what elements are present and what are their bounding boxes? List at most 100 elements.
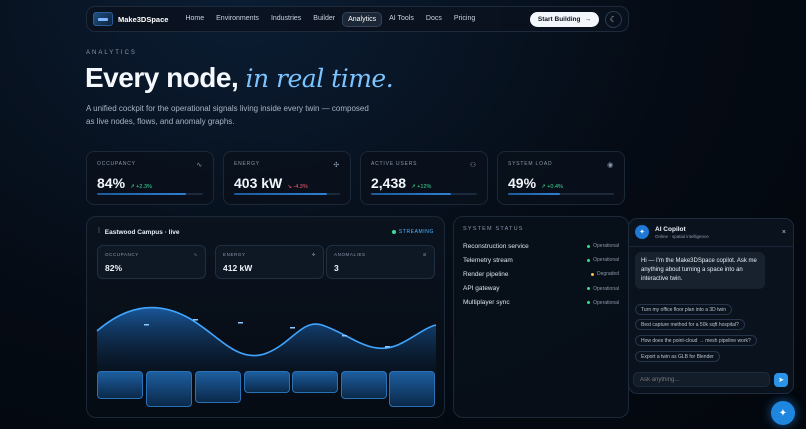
close-icon[interactable]: × <box>782 229 786 236</box>
stat-progress-fill <box>508 193 560 195</box>
system-status-title: SYSTEM STATUS <box>463 226 524 232</box>
copilot-status: Online · spatial intelligence <box>655 233 709 239</box>
stat-progress-fill <box>371 193 451 195</box>
suggestion-chip[interactable]: How does the point-cloud → mesh pipeline… <box>635 335 757 346</box>
campus-panel: ⫶ Eastwood Campus · live STREAMING OCCUP… <box>86 216 445 418</box>
mini-label: OCCUPANCY <box>105 252 139 257</box>
stat-label: ACTIVE USERS <box>371 161 418 167</box>
nav-link-home[interactable]: Home <box>180 12 209 27</box>
wave-marker <box>144 324 149 326</box>
activity-wave <box>96 306 437 375</box>
service-name: Telemetry stream <box>463 256 513 264</box>
top-nav: Make3DSpace Home Environments Industries Bu… <box>86 6 629 32</box>
streaming-label: STREAMING <box>398 229 434 235</box>
activity-icon: ∿ <box>196 162 203 169</box>
stat-delta: ↗ +2.3% <box>130 184 152 190</box>
stat-delta: ↗ +0.4% <box>541 184 563 190</box>
users-icon: ⚇ <box>469 162 477 169</box>
streaming-badge: STREAMING <box>391 229 434 235</box>
start-building-button[interactable]: Start Building → <box>529 11 599 27</box>
mini-icon: ⊘ <box>422 252 427 257</box>
mini-value: 412 kW <box>223 263 253 273</box>
suggestion-chip[interactable]: Turn my office floor plan into a 3D twin <box>635 304 733 315</box>
logo-icon <box>93 12 113 26</box>
stat-progress-bar <box>97 193 203 195</box>
copilot-avatar: ✦ <box>635 225 649 239</box>
building-block <box>195 371 241 403</box>
status-row: Render pipeline Degraded <box>463 267 619 281</box>
nav-link-environments[interactable]: Environments <box>211 12 264 27</box>
ai-copilot-panel: ✦ AI Copilot Online · spatial intelligen… <box>628 218 794 394</box>
campus-title: Eastwood Campus · live <box>104 228 180 236</box>
nav-link-analytics[interactable]: Analytics <box>342 11 383 27</box>
stat-progress-fill <box>97 193 187 195</box>
mini-icon: ✣ <box>311 252 316 257</box>
stat-progress-bar <box>234 193 340 195</box>
stat-value: 2,438 <box>371 175 407 191</box>
stat-delta: ↗ +12% <box>411 184 432 190</box>
brand-logo[interactable]: Make3DSpace <box>93 12 168 26</box>
brand-name: Make3DSpace <box>118 14 169 24</box>
wave-marker <box>193 319 198 321</box>
divider <box>629 246 793 247</box>
status-dot-icon <box>591 272 595 276</box>
status-row: Telemetry stream Operational <box>463 253 619 267</box>
theme-toggle-button[interactable]: ☾ <box>605 10 622 28</box>
suggestion-chip[interactable]: Best capture method for a 50k sqft hospi… <box>635 319 745 330</box>
mini-icon: ∿ <box>193 252 198 257</box>
status-dot-icon <box>587 301 591 305</box>
energy-icon: ✣ <box>333 162 340 169</box>
title-plain: Every node, <box>85 62 239 93</box>
service-state-label: Operational <box>593 285 619 292</box>
status-row: Multiplayer sync Operational <box>463 296 619 310</box>
service-state-label: Operational <box>593 257 619 264</box>
building-block <box>97 371 143 399</box>
service-name: Multiplayer sync <box>463 299 510 307</box>
service-state: Operational <box>587 286 619 292</box>
nav-link-ai-tools[interactable]: AI Tools <box>384 12 419 27</box>
building-block <box>292 371 338 393</box>
nav-link-builder[interactable]: Builder <box>308 12 340 27</box>
mini-card-occupancy: OCCUPANCY ∿ 82% <box>97 245 206 279</box>
mini-value: 3 <box>334 263 339 273</box>
service-state: Degraded <box>591 271 619 277</box>
mini-card-energy: ENERGY ✣ 412 kW <box>215 245 324 279</box>
stat-card-system-load: SYSTEM LOAD ◉ 49% ↗ +0.4% <box>497 151 625 205</box>
wave-marker <box>238 322 243 324</box>
section-eyebrow: ANALYTICS <box>86 50 137 56</box>
send-icon: ➤ <box>778 377 784 384</box>
nav-link-industries[interactable]: Industries <box>266 12 306 27</box>
sparkle-icon: ✦ <box>778 407 788 419</box>
status-dot-icon <box>587 258 591 262</box>
wave-marker <box>342 335 347 337</box>
suggestion-chip[interactable]: Export a twin as GLB for Blender <box>635 351 720 362</box>
stat-card-active-users: ACTIVE USERS ⚇ 2,438 ↗ +12% <box>360 151 488 205</box>
service-state: Operational <box>587 257 619 263</box>
send-button[interactable]: ➤ <box>774 373 788 387</box>
stat-delta: ↘ -4.3% <box>287 184 308 190</box>
service-state-label: Operational <box>593 299 619 306</box>
stat-value: 84% <box>97 175 126 191</box>
stat-label: ENERGY <box>234 161 260 167</box>
stat-value: 49% <box>508 175 537 191</box>
copilot-fab-button[interactable]: ✦ <box>771 401 795 425</box>
mini-card-anomalies: ANOMALIES ⊘ 3 <box>326 245 435 279</box>
nav-link-docs[interactable]: Docs <box>421 12 447 27</box>
copilot-input[interactable] <box>633 372 770 387</box>
stat-value: 403 kW <box>234 175 283 191</box>
moon-icon: ☾ <box>609 14 618 24</box>
building-block <box>146 371 192 407</box>
building-block <box>389 371 435 407</box>
building-block <box>341 371 387 399</box>
nav-links: Home Environments Industries Builder Analyti… <box>180 11 480 27</box>
mini-label: ANOMALIES <box>334 252 366 257</box>
stat-label: OCCUPANCY <box>97 161 136 167</box>
gauge-icon: ◉ <box>607 162 614 169</box>
nav-link-pricing[interactable]: Pricing <box>449 12 480 27</box>
stat-progress-bar <box>371 193 477 195</box>
wave-marker <box>385 346 390 348</box>
service-state-label: Operational <box>593 243 619 250</box>
mini-label: ENERGY <box>223 252 246 257</box>
chart-icon: ⫶ <box>98 228 100 235</box>
status-dot-icon <box>587 287 591 291</box>
